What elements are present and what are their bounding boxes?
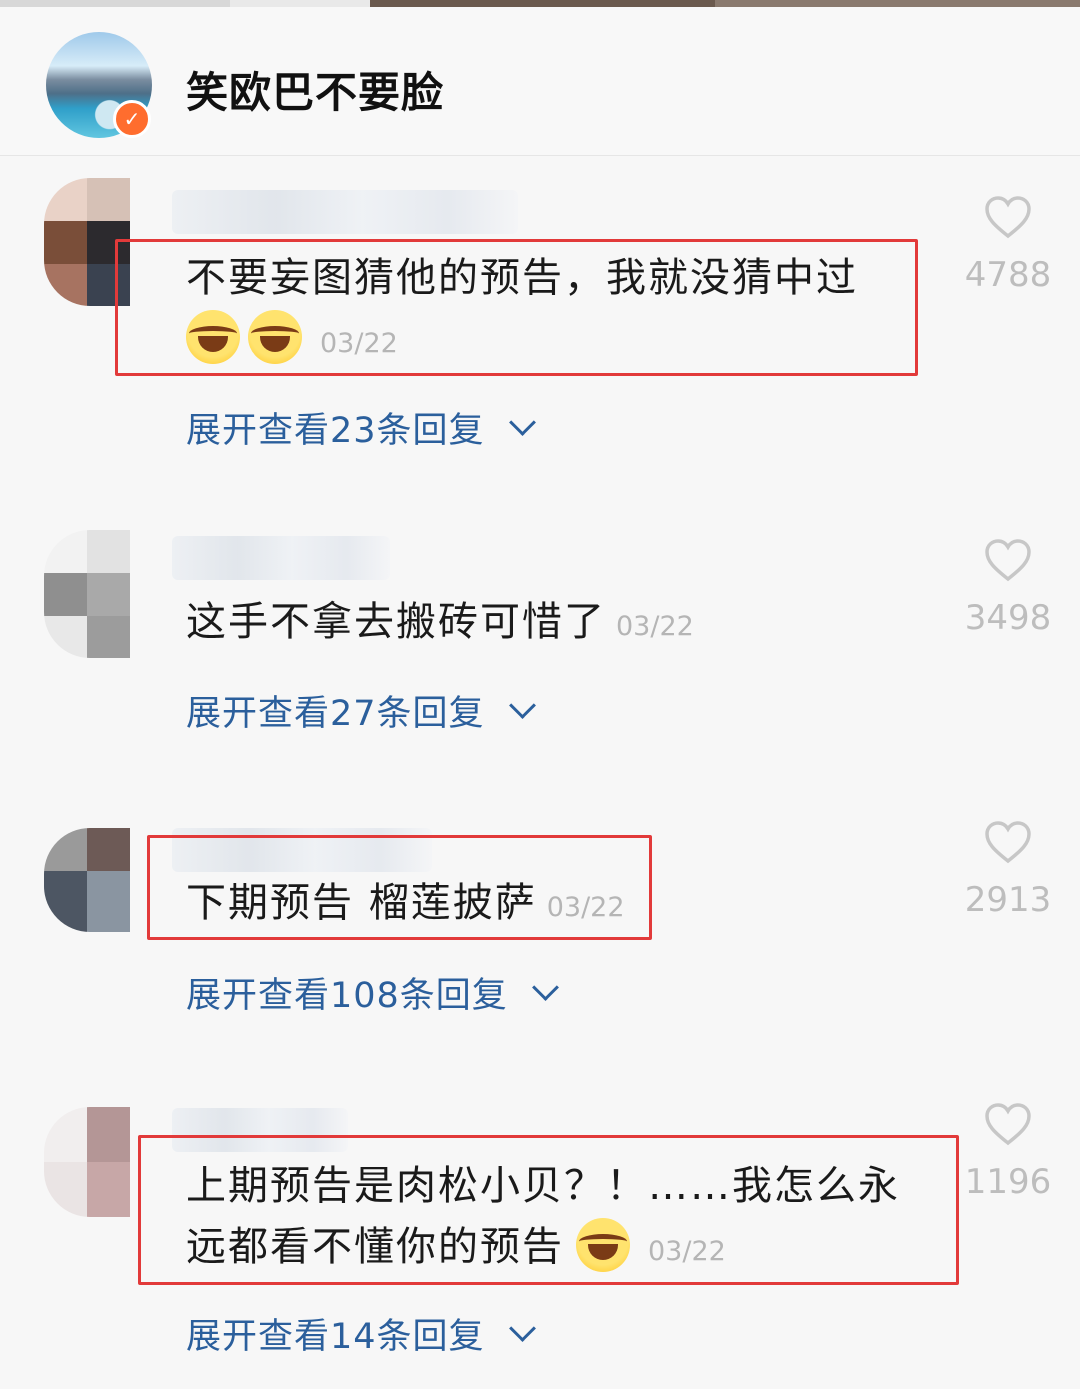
replies-label: 展开查看23条回复 xyxy=(186,411,485,451)
expand-replies-button[interactable]: 展开查看23条回复 xyxy=(186,402,536,453)
replies-label: 展开查看14条回复 xyxy=(186,1317,485,1357)
expand-replies-button[interactable]: 展开查看14条回复 xyxy=(186,1308,536,1359)
highlight-box xyxy=(147,835,652,940)
like-button[interactable]: 3498 xyxy=(962,538,1054,638)
avatar[interactable] xyxy=(44,828,130,932)
heart-outline-icon xyxy=(985,539,1031,582)
username-blurred[interactable] xyxy=(172,190,518,234)
like-count: 4788 xyxy=(964,255,1052,295)
status-strip xyxy=(0,0,1080,7)
like-button[interactable]: 1196 xyxy=(962,1102,1054,1202)
replies-label: 展开查看27条回复 xyxy=(186,694,485,734)
avatar[interactable] xyxy=(44,530,130,658)
like-count: 1196 xyxy=(964,1162,1052,1202)
chevron-down-icon xyxy=(508,1315,536,1342)
expand-replies-button[interactable]: 展开查看27条回复 xyxy=(186,685,536,736)
heart-outline-icon xyxy=(985,196,1031,239)
comment-text: 这手不拿去搬砖可惜了 03/22 xyxy=(186,599,694,645)
profile-header: ✓ 笑欧巴不要脸 xyxy=(0,7,1080,156)
like-count: 2913 xyxy=(964,880,1052,920)
verified-check-icon: ✓ xyxy=(113,100,151,138)
highlight-box xyxy=(138,1135,959,1285)
chevron-down-icon xyxy=(508,409,536,436)
comment-date: 03/22 xyxy=(616,611,694,642)
like-button[interactable]: 4788 xyxy=(962,195,1054,295)
replies-label: 展开查看108条回复 xyxy=(186,976,508,1016)
profile-name[interactable]: 笑欧巴不要脸 xyxy=(186,59,444,120)
like-button[interactable]: 2913 xyxy=(962,820,1054,920)
username-blurred[interactable] xyxy=(172,536,390,580)
chevron-down-icon xyxy=(508,692,536,719)
avatar[interactable] xyxy=(44,1107,130,1217)
heart-outline-icon xyxy=(985,821,1031,864)
highlight-box xyxy=(115,239,918,376)
chevron-down-icon xyxy=(531,974,559,1001)
expand-replies-button[interactable]: 展开查看108条回复 xyxy=(186,967,559,1018)
like-count: 3498 xyxy=(964,598,1052,638)
heart-outline-icon xyxy=(985,1103,1031,1146)
